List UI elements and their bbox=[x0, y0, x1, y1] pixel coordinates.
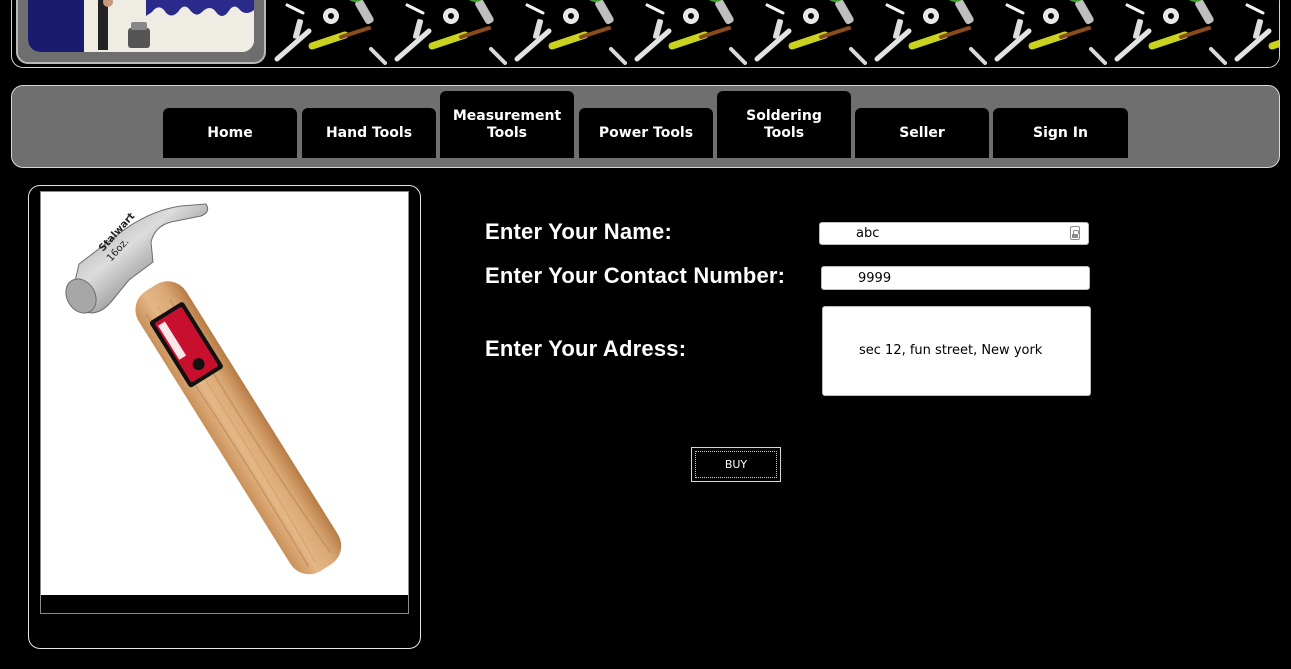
nav-soldering-tools[interactable]: Soldering Tools bbox=[717, 91, 851, 158]
product-image-panel: Stalwart 16oz. bbox=[28, 185, 421, 649]
nav-measurement-tools[interactable]: Measurement Tools bbox=[440, 91, 574, 158]
nav-home[interactable]: Home bbox=[163, 108, 297, 158]
autofill-contact-icon[interactable] bbox=[1070, 226, 1080, 240]
nav-power-tools[interactable]: Power Tools bbox=[579, 108, 713, 158]
nav-power-tools-label: Power Tools bbox=[598, 124, 694, 141]
logo-image bbox=[28, 0, 254, 52]
contact-number-input[interactable] bbox=[821, 266, 1090, 290]
product-image-frame: Stalwart 16oz. bbox=[40, 191, 409, 614]
nav-seller[interactable]: Seller bbox=[855, 108, 989, 158]
nav-sign-in[interactable]: Sign In bbox=[993, 108, 1128, 158]
tools-pattern-image bbox=[267, 0, 1279, 67]
name-input[interactable] bbox=[819, 222, 1089, 245]
nav-hand-tools-label: Hand Tools bbox=[325, 124, 413, 141]
nav-seller-label: Seller bbox=[899, 124, 945, 141]
address-textarea[interactable]: sec 12, fun street, New york bbox=[822, 306, 1091, 396]
address-label: Enter Your Adress: bbox=[485, 336, 687, 361]
name-label: Enter Your Name: bbox=[485, 219, 672, 244]
nav-home-label: Home bbox=[207, 124, 253, 141]
nav-measurement-tools-label: Measurement Tools bbox=[452, 107, 562, 141]
nav-hand-tools[interactable]: Hand Tools bbox=[302, 108, 436, 158]
site-logo[interactable] bbox=[16, 0, 266, 64]
contact-label: Enter Your Contact Number: bbox=[485, 263, 786, 288]
buy-button[interactable]: BUY bbox=[691, 447, 781, 482]
buy-button-label: BUY bbox=[724, 458, 748, 471]
nav-soldering-tools-label: Soldering Tools bbox=[746, 107, 822, 141]
nav-sign-in-label: Sign In bbox=[1033, 124, 1088, 141]
hammer-image: Stalwart 16oz. bbox=[41, 192, 408, 595]
